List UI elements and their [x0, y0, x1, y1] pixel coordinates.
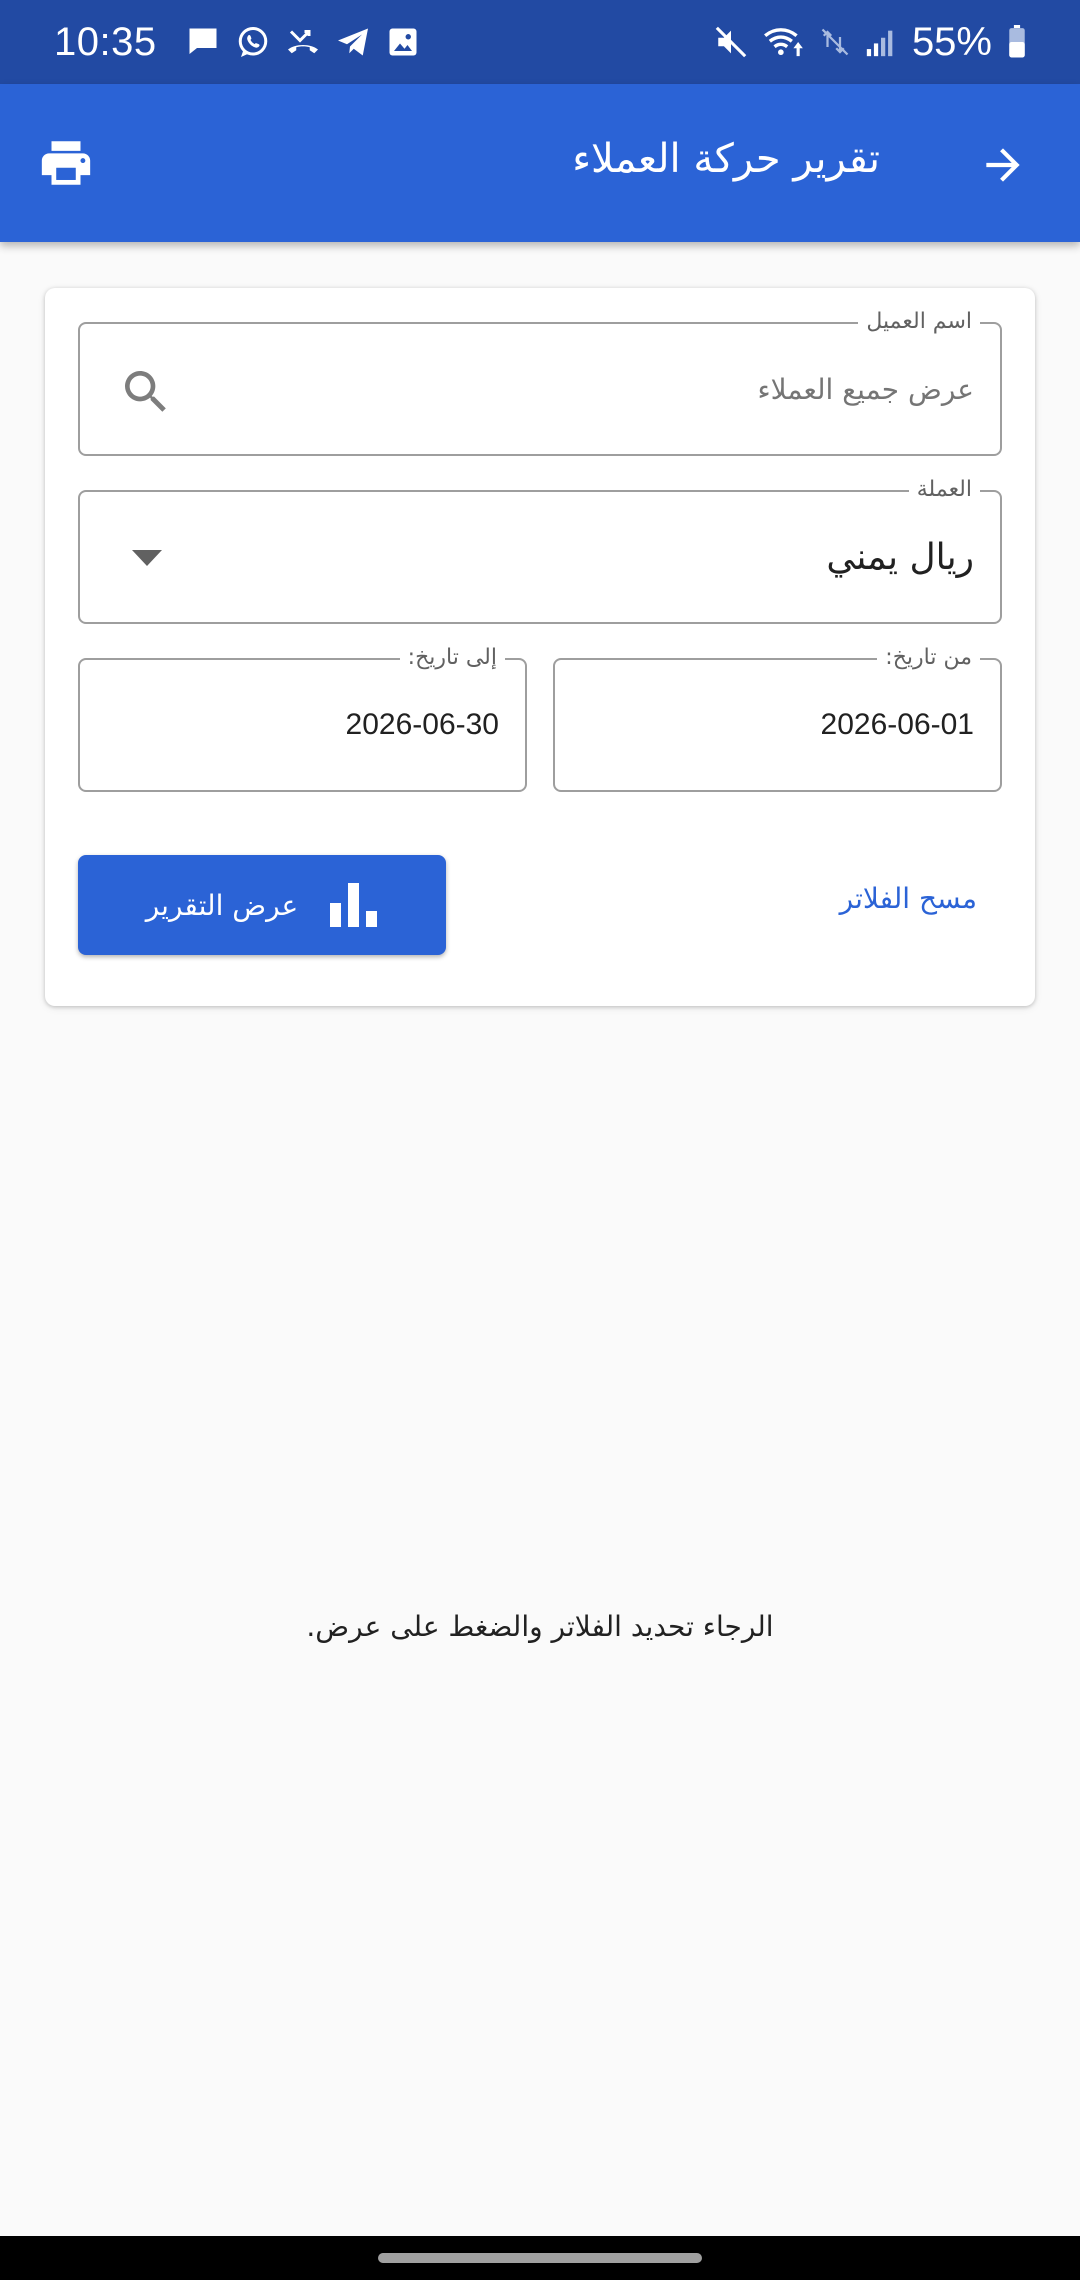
empty-state-message: الرجاء تحديد الفلاتر والضغط على عرض. — [306, 1610, 774, 1643]
battery-percent: 55% — [911, 19, 992, 64]
from-date-field[interactable]: من تاريخ: 2026-06-01 — [553, 644, 1002, 792]
show-report-button[interactable]: عرض التقرير — [78, 855, 446, 955]
currency-select[interactable]: العملة ريال يمني — [78, 476, 1002, 624]
message-icon — [185, 24, 221, 60]
mute-icon — [714, 25, 748, 59]
arrow-forward-icon[interactable] — [978, 140, 1028, 190]
signal-icon — [864, 25, 898, 59]
customer-field[interactable]: اسم العميل عرض جميع العملاء — [78, 308, 1002, 456]
show-report-label: عرض التقرير — [145, 888, 299, 922]
telegram-icon — [335, 24, 371, 60]
printer-icon[interactable] — [36, 134, 96, 192]
clear-filters-button[interactable]: مسح الفلاتر — [840, 882, 977, 915]
missed-call-icon — [285, 24, 321, 60]
home-gesture-handle[interactable] — [378, 2253, 702, 2263]
status-bar: 10:35 55% — [0, 0, 1080, 84]
from-date-value: 2026-06-01 — [820, 708, 974, 741]
data-icon — [820, 27, 850, 57]
to-date-field[interactable]: إلى تاريخ: 2026-06-30 — [78, 644, 527, 792]
customer-input[interactable]: عرض جميع العملاء — [757, 324, 974, 454]
bar-chart-icon — [330, 883, 378, 927]
battery-icon — [1006, 25, 1028, 59]
page-title: تقرير حركة العملاء — [572, 136, 880, 182]
wifi-icon — [762, 23, 806, 61]
whatsapp-icon — [235, 24, 271, 60]
currency-value: ريال يمني — [826, 536, 974, 578]
app-bar: تقرير حركة العملاء — [0, 84, 1080, 242]
to-date-value: 2026-06-30 — [345, 708, 499, 741]
dropdown-icon[interactable] — [132, 550, 162, 566]
status-time: 10:35 — [54, 19, 157, 64]
gallery-icon — [385, 24, 421, 60]
filters-card: اسم العميل عرض جميع العملاء العملة ريال … — [45, 288, 1035, 1006]
search-icon[interactable] — [118, 364, 174, 420]
